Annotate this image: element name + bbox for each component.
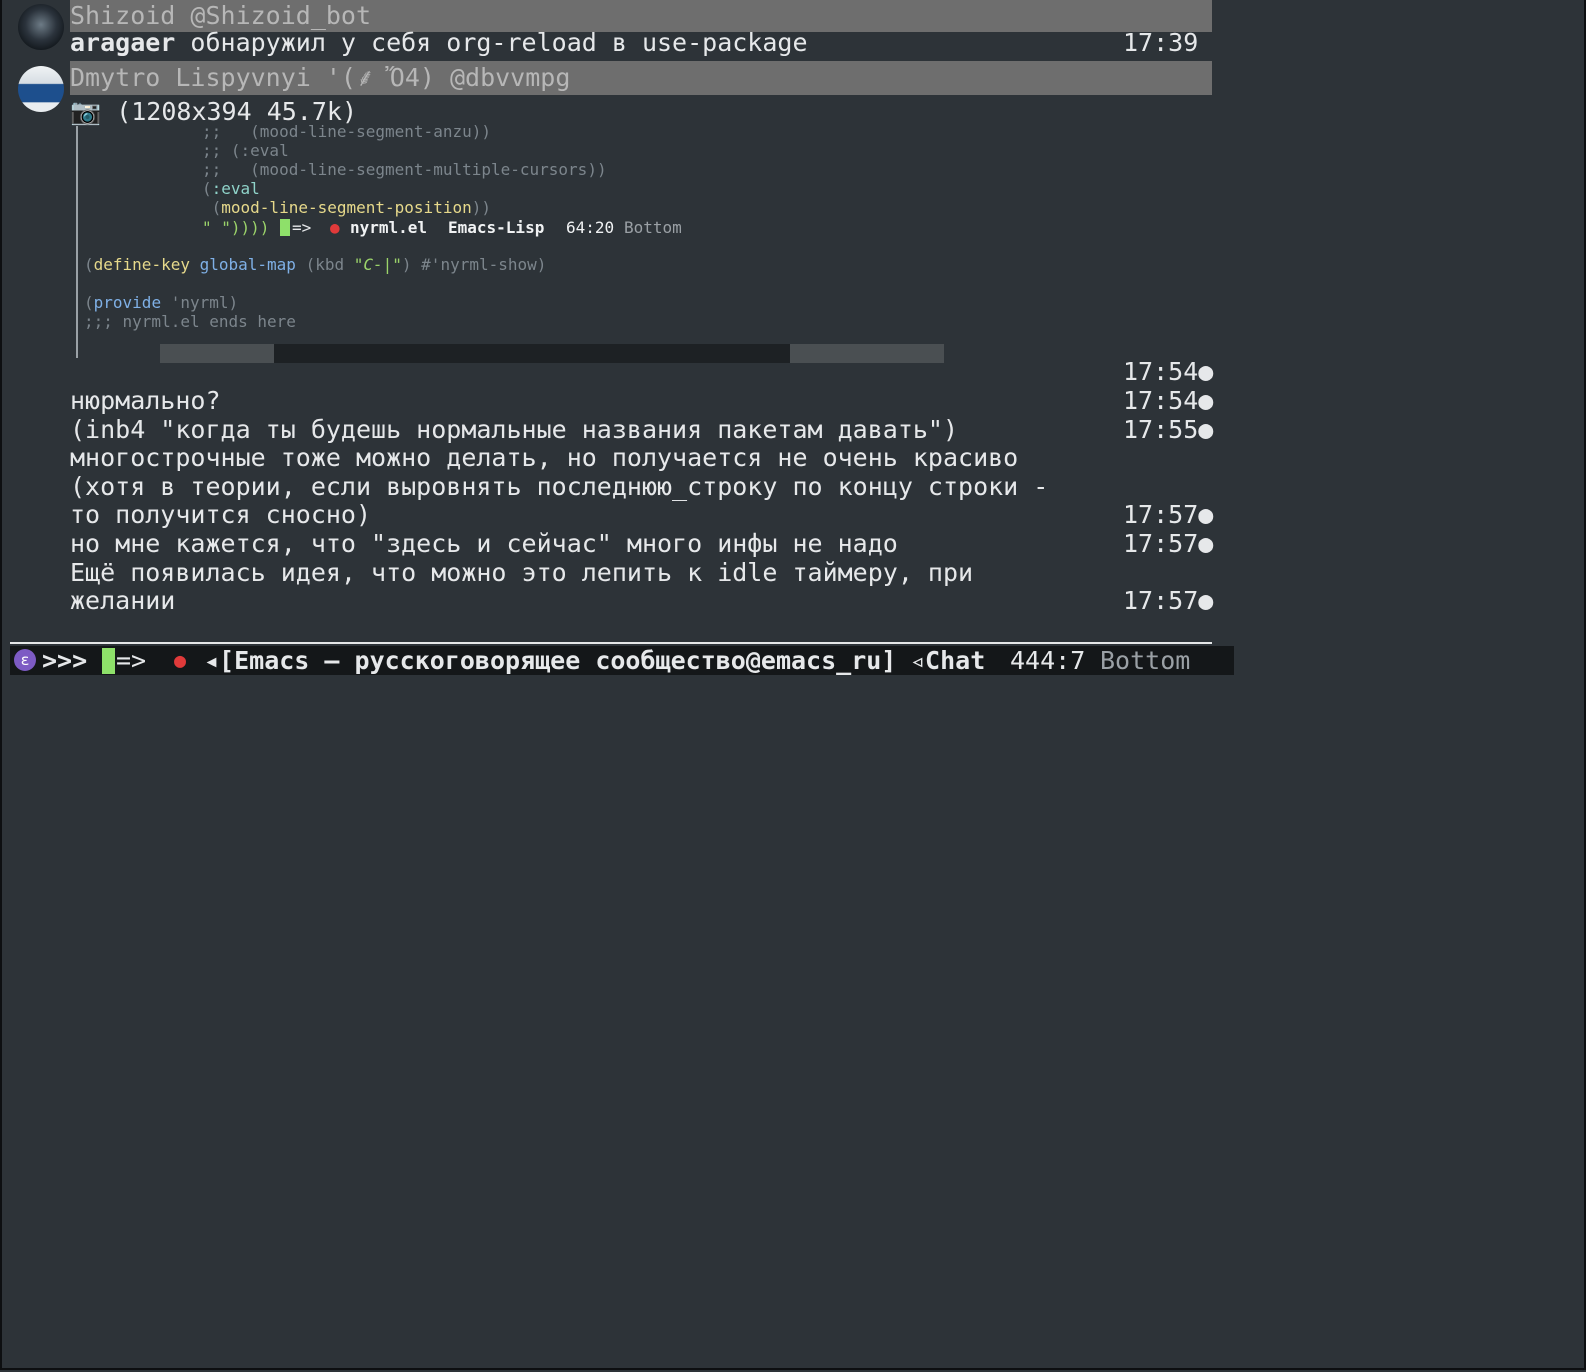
code-token: provide bbox=[93, 293, 162, 312]
code-token: ( bbox=[202, 179, 212, 198]
code-line: ;; (mood-line-segment-anzu)) bbox=[202, 122, 491, 141]
inner-major-mode: Emacs-Lisp bbox=[448, 218, 545, 237]
code-token: ( bbox=[84, 293, 94, 312]
sender-header-text: Dmytro Lispyvnyi '(⸙ Ὄ4) @dbvvmpg bbox=[70, 63, 571, 92]
modified-dot-icon: ● bbox=[174, 648, 187, 672]
chat-line: желании bbox=[70, 586, 176, 615]
buffer-name[interactable]: ◂[Emacs — русскоговорящее сообщество@ema… bbox=[204, 646, 896, 675]
chat-time: 17:54● bbox=[1123, 357, 1214, 386]
code-line-provide: (provide 'nyrml) bbox=[84, 293, 238, 312]
message-text: обнаружил у себя org-reload в use-packag… bbox=[175, 28, 808, 57]
chat-line: (inb4 "когда ты будешь нормальные назван… bbox=[70, 415, 959, 444]
chat-line: многострочные тоже можно делать, но полу… bbox=[70, 443, 1019, 472]
camera-icon: 📷 bbox=[70, 97, 102, 126]
chat-time: 17:57● bbox=[1123, 529, 1214, 558]
chat-time: 17:55● bbox=[1123, 415, 1214, 444]
code-token: "C-|" bbox=[353, 255, 402, 274]
mode-line[interactable]: ε >>> => ● ◂[Emacs — русскоговорящее соо… bbox=[10, 646, 1234, 675]
chat-line: но мне кажется, что "здесь и сейчас" мно… bbox=[70, 529, 898, 558]
code-token: global-map bbox=[199, 255, 296, 274]
code-token: ) #'nyrml-show) bbox=[401, 255, 547, 274]
code-token: ( bbox=[84, 255, 94, 274]
sender-header-text: Shizoid @Shizoid_bot bbox=[70, 1, 372, 30]
code-line-define-key: (define-key global-map (kbd "C-|") #'nyr… bbox=[84, 255, 546, 274]
inner-modeline-dark bbox=[274, 344, 790, 363]
code-token: mood-line-segment-position bbox=[221, 198, 472, 217]
code-line: (:eval bbox=[202, 179, 260, 198]
modeline-arrow: => bbox=[116, 646, 147, 675]
code-token: :eval bbox=[211, 179, 260, 198]
code-token: 'nyrml) bbox=[161, 293, 239, 312]
major-mode[interactable]: ◃Chat bbox=[910, 646, 985, 675]
chat-line: (хотя в теории, если выровнять последнюю… bbox=[70, 472, 1049, 501]
coding-drunk-avatar[interactable] bbox=[18, 66, 64, 112]
code-token: (kbd bbox=[295, 255, 354, 274]
code-token: )) bbox=[471, 198, 491, 217]
window-divider bbox=[10, 642, 1212, 644]
chat-time: 17:54● bbox=[1123, 386, 1214, 415]
chat-line: Ещё появилась идея, что можно это лепить… bbox=[70, 558, 974, 587]
inner-position: 64:20 bbox=[566, 218, 615, 237]
chat-time: 17:57● bbox=[1123, 500, 1214, 529]
buffer-position: Bottom bbox=[1100, 646, 1191, 675]
emacs-icon: ε bbox=[14, 649, 36, 671]
inner-cursor bbox=[280, 219, 290, 236]
chat-prompt: >>> bbox=[42, 646, 88, 675]
message-time: 17:39 bbox=[1123, 28, 1199, 57]
code-token: ( bbox=[202, 198, 222, 217]
code-line-ends: ;;; nyrml.el ends here bbox=[84, 312, 296, 331]
inner-file-name: nyrml.el bbox=[350, 218, 428, 237]
inner-modified-dot: ● bbox=[330, 218, 340, 237]
code-line: (mood-line-segment-position)) bbox=[202, 198, 491, 217]
code-line: ;; (mood-line-segment-multiple-cursors)) bbox=[202, 160, 607, 179]
photo-preview[interactable]: ;; (mood-line-segment-anzu)) ;; (:eval ;… bbox=[76, 122, 944, 363]
sender-header-dmytro[interactable]: Dmytro Lispyvnyi '(⸙ Ὄ4) @dbvvmpg bbox=[70, 61, 1212, 95]
cursor-position: 444:7 bbox=[1010, 646, 1086, 675]
inner-where: Bottom bbox=[624, 218, 682, 237]
inner-modeline-lead: " ")))) bbox=[202, 218, 270, 237]
cursor bbox=[102, 648, 115, 674]
chat-line: нюрмально? bbox=[70, 386, 221, 415]
shizoid-avatar[interactable] bbox=[18, 4, 64, 50]
chat-time: 17:57● bbox=[1123, 586, 1214, 615]
message-aragaer: aragaer обнаружил у себя org-reload в us… bbox=[70, 29, 808, 57]
code-token: define-key bbox=[93, 255, 190, 274]
code-line: ;; (:eval bbox=[202, 141, 289, 160]
chat-line: то получится сносно) bbox=[70, 500, 372, 529]
inner-modeline: " ")))) bbox=[202, 218, 269, 237]
message-author[interactable]: aragaer bbox=[70, 28, 175, 57]
inner-modeline-arrow: => bbox=[292, 218, 312, 237]
